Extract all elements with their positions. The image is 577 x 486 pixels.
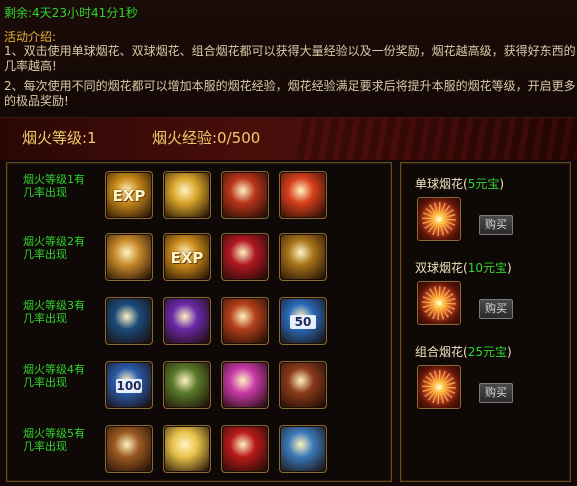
reward-slot-text: EXP: [112, 187, 146, 205]
banner-decoration: [297, 118, 577, 160]
treasure-chest-icon: [281, 235, 325, 279]
reward-slot-text: 50: [290, 315, 316, 329]
reward-slot[interactable]: [279, 361, 327, 409]
reward-tiers-panel: 烟火等级1有几率出现 EXP 烟火等级2有几率出现 EXP 烟火等级3有几率出现 50 烟火…: [6, 162, 392, 482]
gold-ingot-icon: [165, 173, 209, 217]
firework-icon[interactable]: [417, 281, 461, 325]
reward-slot[interactable]: [105, 233, 153, 281]
reward-slot-text: 100: [116, 379, 142, 393]
intro-line: 的极品奖励!: [4, 94, 69, 108]
buy-button[interactable]: 购买: [479, 383, 513, 403]
shop-item-name: 组合烟花: [415, 345, 464, 359]
intro-line: 几率越高!: [4, 59, 57, 73]
reward-slot[interactable]: [163, 361, 211, 409]
firework-level: 烟火等级:1: [22, 129, 97, 147]
tier-label: 烟火等级3有几率出现: [23, 299, 85, 325]
reward-slot[interactable]: [163, 425, 211, 473]
blue-drill-icon: [281, 427, 325, 471]
reward-slot[interactable]: [221, 233, 269, 281]
red-crystal-icon: [223, 235, 267, 279]
reward-slot[interactable]: EXP: [105, 171, 153, 219]
red-treasure-chest-icon: [223, 299, 267, 343]
reward-slot[interactable]: [279, 425, 327, 473]
firework-exp: 烟火经验:0/500: [152, 129, 261, 147]
shop-item-price: 25元宝: [467, 345, 507, 359]
intro-line: 2、每次使用不同的烟花都可以增加本服的烟花经验，烟花经验满足要求后将提升本服的烟…: [4, 79, 576, 93]
dice-icon: [165, 427, 209, 471]
crystal-orb-icon: [107, 235, 151, 279]
reward-tier-row: 烟火等级1有几率出现 EXP: [7, 165, 391, 227]
reward-tier-row: 烟火等级2有几率出现 EXP: [7, 227, 391, 289]
buy-button[interactable]: 购买: [479, 215, 513, 235]
red-sword-icon: [223, 427, 267, 471]
shop-item-price: 5元宝: [467, 177, 500, 191]
intro-title: 活动介绍:: [4, 30, 57, 44]
reward-slot[interactable]: 50: [279, 297, 327, 345]
brown-pouch-icon: [281, 363, 325, 407]
firework-status-bar: 烟火等级:1 烟火经验:0/500: [0, 118, 577, 160]
tier-label: 烟火等级4有几率出现: [23, 363, 85, 389]
shop-item-price: 10元宝: [467, 261, 507, 275]
purple-flower-icon: [165, 299, 209, 343]
reward-tier-row: 烟火等级3有几率出现 50: [7, 291, 391, 353]
reward-slot[interactable]: [163, 297, 211, 345]
reward-tier-row: 烟火等级4有几率出现 100: [7, 355, 391, 417]
red-orb-icon: [281, 173, 325, 217]
reward-slot[interactable]: [221, 297, 269, 345]
pink-gem-icon: [223, 363, 267, 407]
shop-item-label: 单球烟花(5元宝): [415, 177, 505, 191]
firework-icon[interactable]: [417, 365, 461, 409]
shop-item-combo: 组合烟花(25元宝) 购买: [401, 333, 572, 431]
firework-icon[interactable]: [417, 197, 461, 241]
reward-slot[interactable]: [279, 233, 327, 281]
gray-gear-gem-icon: [107, 299, 151, 343]
firework-shop-panel: 单球烟花(5元宝) 购买 双球烟花(10元宝) 购买 组合烟花(25元宝) 购买: [400, 162, 571, 482]
reward-slot[interactable]: 100: [105, 361, 153, 409]
reward-slot[interactable]: [105, 297, 153, 345]
tier-label: 烟火等级1有几率出现: [23, 173, 85, 199]
bronze-pouch-icon: [107, 427, 151, 471]
shop-item-label: 组合烟花(25元宝): [415, 345, 512, 359]
reward-slot[interactable]: [163, 171, 211, 219]
buy-button[interactable]: 购买: [479, 299, 513, 319]
jade-talisman-icon: [165, 363, 209, 407]
reward-slot[interactable]: [279, 171, 327, 219]
reward-slot[interactable]: EXP: [163, 233, 211, 281]
reward-slot[interactable]: [105, 425, 153, 473]
reward-slot[interactable]: [221, 361, 269, 409]
intro-line: 1、双击使用单球烟花、双球烟花、组合烟花都可以获得大量经验以及一份奖励，烟花越高…: [4, 44, 576, 58]
activity-info-panel: 剩余:4天23小时41分1秒 活动介绍: 1、双击使用单球烟花、双球烟花、组合烟…: [0, 0, 577, 118]
reward-slot-text: EXP: [170, 249, 204, 267]
shop-item-name: 双球烟花: [415, 261, 464, 275]
reward-slot[interactable]: [221, 171, 269, 219]
shop-item-name: 单球烟花: [415, 177, 464, 191]
reward-tier-row: 烟火等级5有几率出现: [7, 419, 391, 481]
lion-emblem-icon: [223, 173, 267, 217]
reward-slot[interactable]: [221, 425, 269, 473]
tier-label: 烟火等级5有几率出现: [23, 427, 85, 453]
tier-label: 烟火等级2有几率出现: [23, 235, 85, 261]
shop-item-label: 双球烟花(10元宝): [415, 261, 512, 275]
countdown-timer: 剩余:4天23小时41分1秒: [4, 6, 138, 20]
